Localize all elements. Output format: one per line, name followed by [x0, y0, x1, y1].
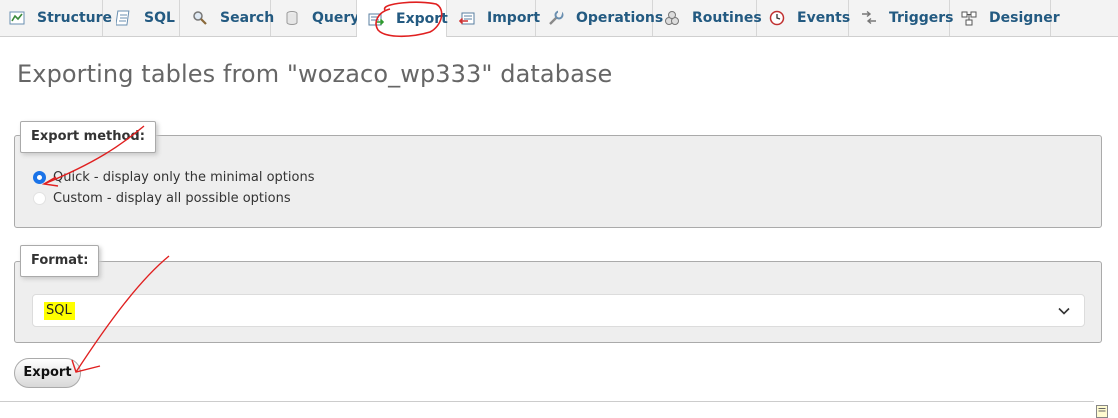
format-selected-value: SQL [44, 302, 75, 320]
custom-option[interactable]: Custom - display all possible options [33, 191, 291, 206]
operations-icon [549, 10, 564, 25]
tab-events[interactable]: Events [757, 0, 851, 36]
routines-icon [665, 11, 679, 25]
sql-icon [116, 10, 130, 26]
format-select[interactable]: SQL [32, 294, 1085, 327]
tab-label: Operations [576, 10, 664, 26]
events-icon [769, 10, 785, 26]
export-method-fieldset: Export method: Quick - display only the … [14, 121, 1102, 228]
tab-operations[interactable]: Operations [536, 0, 663, 36]
designer-icon [961, 11, 977, 26]
tab-label: Export [396, 10, 448, 27]
tab-designer[interactable]: Designer [950, 0, 1060, 36]
format-legend: Format: [20, 245, 100, 277]
tab-routines[interactable]: Routines [653, 0, 762, 36]
quick-option-label: Quick - display only the minimal options [53, 170, 315, 185]
console-icon[interactable] [1095, 404, 1109, 418]
tab-label: Triggers [889, 10, 954, 26]
tab-label: Designer [989, 10, 1060, 26]
tab-import[interactable]: Import [447, 0, 540, 36]
export-button[interactable]: Export [14, 358, 81, 388]
structure-icon [9, 11, 25, 25]
import-icon [459, 12, 475, 25]
tab-label: Import [487, 10, 541, 26]
tab-label: Structure [37, 10, 113, 26]
export-page: Structure SQL Search Query Export Import… [0, 0, 1118, 418]
search-icon [193, 11, 207, 25]
triggers-icon [862, 10, 876, 25]
quick-option[interactable]: Quick - display only the minimal options [33, 170, 315, 185]
export-method-legend: Export method: [20, 121, 156, 153]
tab-label: SQL [144, 10, 175, 26]
tab-sql[interactable]: SQL [103, 0, 180, 36]
tab-label: Routines [692, 10, 762, 26]
tab-structure[interactable]: Structure [0, 0, 112, 36]
tab-label: Search [220, 10, 275, 26]
page-title: Exporting tables from "wozaco_wp333" dat… [17, 60, 613, 88]
tab-export[interactable]: Export [357, 0, 448, 37]
tab-search[interactable]: Search [180, 0, 275, 36]
query-icon [286, 11, 298, 25]
tab-bar: Structure SQL Search Query Export Import… [0, 0, 1118, 37]
tab-label: Query [312, 10, 360, 26]
custom-option-label: Custom - display all possible options [53, 191, 291, 206]
chevron-down-icon [1058, 307, 1070, 315]
export-icon [368, 13, 384, 25]
quick-radio[interactable] [33, 171, 46, 184]
footer-divider [0, 401, 1094, 402]
tab-label: Events [797, 10, 851, 26]
tab-triggers[interactable]: Triggers [849, 0, 954, 36]
custom-radio[interactable] [33, 192, 46, 205]
format-fieldset: Format: SQL [14, 245, 1102, 343]
tab-query[interactable]: Query [271, 0, 360, 36]
